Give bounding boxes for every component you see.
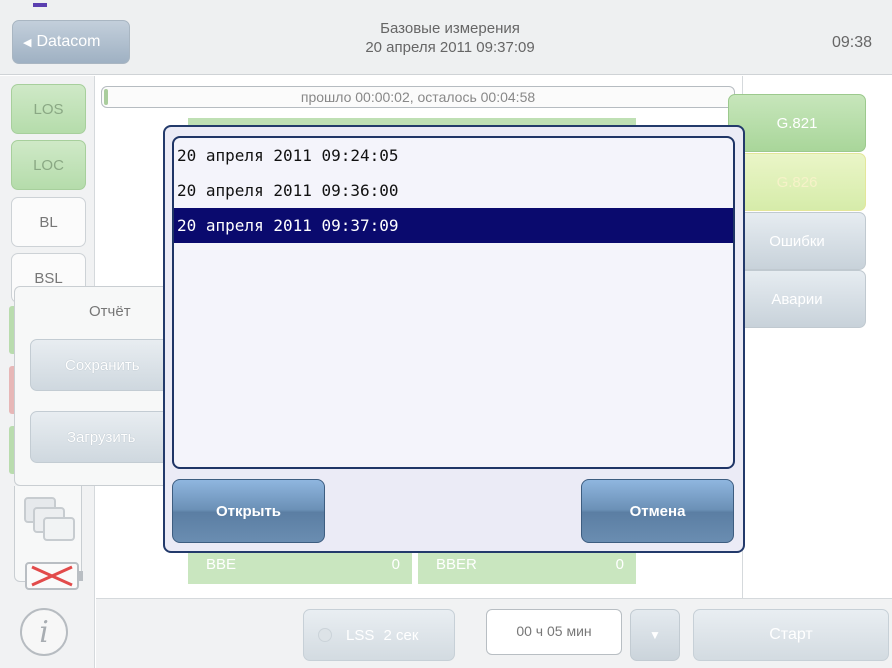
progress-text: прошло 00:00:02, осталось 00:04:58 [300,89,536,105]
nav-loc[interactable]: LOC [11,140,86,190]
tab-alarms[interactable]: Аварии [728,270,866,328]
result-bber-value: 0 [615,556,624,573]
result-bbe-label: BBE [206,556,237,573]
file-list[interactable]: 20 апреля 2011 09:24:05 20 апреля 2011 0… [172,136,735,469]
tab-g826[interactable]: G.826 [728,153,866,211]
duration-field[interactable]: 00 ч 05 мин [486,609,622,655]
progress-fill [104,89,109,105]
list-item[interactable]: 20 апреля 2011 09:36:00 [174,173,733,208]
list-item[interactable]: 20 апреля 2011 09:24:05 [174,138,733,173]
cancel-button[interactable]: Отмена [581,479,734,543]
lss-button[interactable]: LSS 2 сек [303,609,455,661]
tab-errors[interactable]: Ошибки [728,212,866,270]
load-report-button[interactable]: Загрузить [30,411,170,463]
info-icon[interactable]: i [20,608,68,656]
back-arrow-icon: ◀ [23,36,32,49]
save-report-button[interactable]: Сохранить [30,339,170,391]
clock: 09:38 [831,34,872,51]
folder-icon[interactable] [22,496,78,542]
page-subtitle: 20 апреля 2011 09:37:09 [365,39,535,56]
report-title: Отчёт [89,303,131,320]
lss-label: LSS [346,626,375,644]
result-bbe-value: 0 [391,556,400,573]
report-panel: Отчёт Сохранить Загрузить [14,286,170,486]
nav-bl[interactable]: BL [11,197,86,247]
start-button[interactable]: Старт [693,609,889,661]
nav-los[interactable]: LOS [11,84,86,134]
header-bar: ◀ Datacom Базовые измерения 20 апреля 20… [0,0,892,75]
page-title: Базовые измерения [380,20,520,37]
duration-dropdown-button[interactable]: ▼ [630,609,680,661]
battery-empty-icon [25,562,83,590]
result-bber-label: BBER [436,556,477,573]
list-item-selected[interactable]: 20 апреля 2011 09:37:09 [174,208,733,243]
back-button[interactable]: ◀ Datacom [12,20,130,64]
open-button[interactable]: Открыть [172,479,325,543]
corner-mark [33,3,47,7]
progress-bar: прошло 00:00:02, осталось 00:04:58 [101,86,735,108]
chevron-down-icon: ▼ [649,628,661,642]
tab-g821[interactable]: G.821 [728,94,866,152]
lss-indicator-icon [318,628,332,642]
lss-value: 2 сек [383,626,419,644]
page-title-block: Базовые измерения 20 апреля 2011 09:37:0… [240,19,660,58]
back-button-label: Datacom [36,33,101,50]
